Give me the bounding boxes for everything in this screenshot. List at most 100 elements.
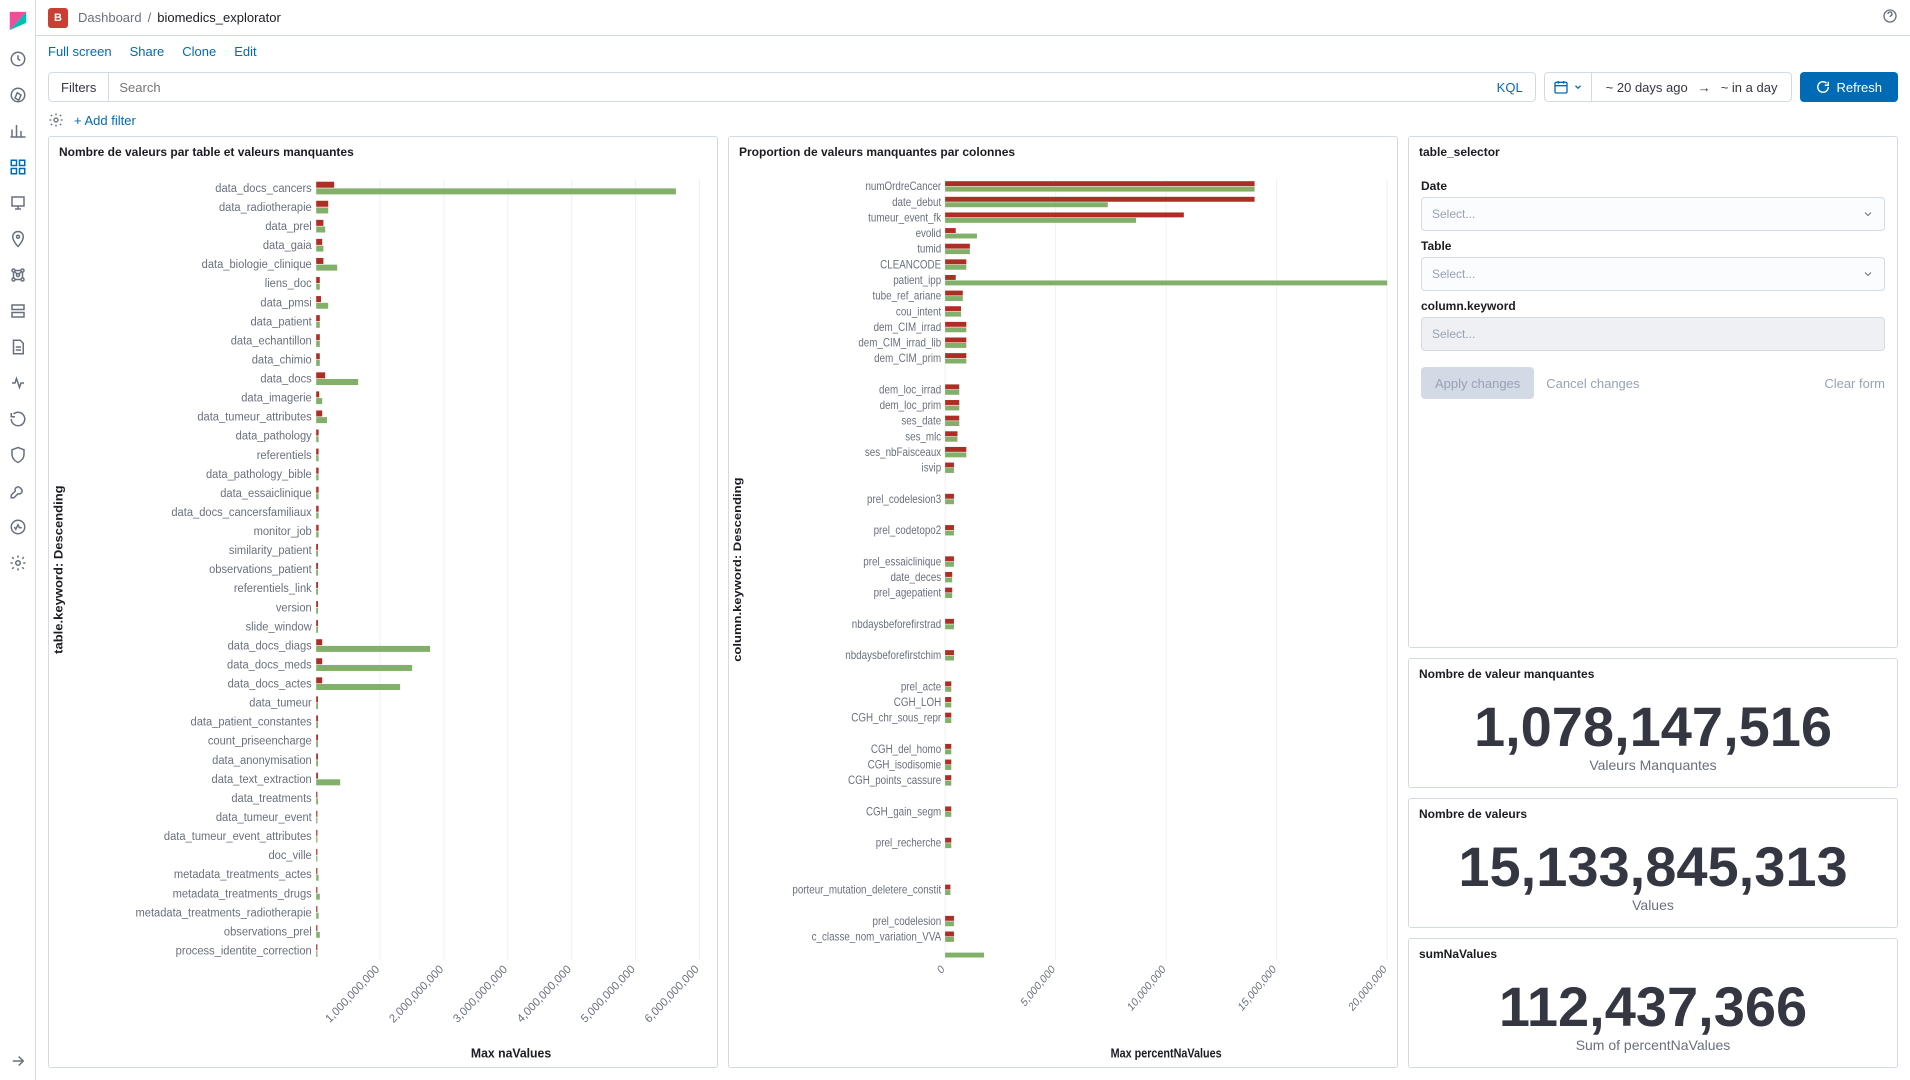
svg-text:prel_codetopo2: prel_codetopo2 xyxy=(874,524,942,537)
filters-button[interactable]: Filters xyxy=(49,73,109,101)
dashboard-icon[interactable] xyxy=(9,158,27,176)
date-label: Date xyxy=(1421,179,1885,193)
table-label: Table xyxy=(1421,239,1885,253)
monitoring-icon[interactable] xyxy=(9,518,27,536)
svg-text:ses_mlc: ses_mlc xyxy=(905,431,941,444)
svg-text:isvip: isvip xyxy=(922,462,942,475)
date-from: ~ 20 days ago xyxy=(1606,80,1688,95)
svg-text:liens_doc: liens_doc xyxy=(265,278,312,290)
recent-icon[interactable] xyxy=(9,50,27,68)
svg-text:data_anonymisation: data_anonymisation xyxy=(212,755,312,767)
svg-text:CGH_gain_segm: CGH_gain_segm xyxy=(866,806,941,819)
cancel-button[interactable]: Cancel changes xyxy=(1546,376,1639,391)
svg-text:data_prel: data_prel xyxy=(265,221,311,233)
ml-icon[interactable] xyxy=(9,266,27,284)
infra-icon[interactable] xyxy=(9,302,27,320)
svg-text:c_classe_nom_variation_VVA: c_classe_nom_variation_VVA xyxy=(812,931,942,944)
svg-text:data_radiotherapie: data_radiotherapie xyxy=(219,202,312,214)
breadcrumb-current: biomedics_explorator xyxy=(157,10,281,25)
column-select[interactable]: Select... xyxy=(1421,317,1885,351)
svg-text:data_text_extraction: data_text_extraction xyxy=(212,774,312,786)
svg-text:metadata_treatments_drugs: metadata_treatments_drugs xyxy=(173,888,312,900)
visualize-icon[interactable] xyxy=(9,122,27,140)
svg-text:data_pathology: data_pathology xyxy=(236,430,312,442)
breadcrumb-root[interactable]: Dashboard xyxy=(78,10,142,25)
svg-text:numOrdreCancer: numOrdreCancer xyxy=(865,180,941,193)
main-area: B Dashboard / biomedics_explorator Full … xyxy=(36,0,1910,1080)
svg-text:data_pmsi: data_pmsi xyxy=(260,297,311,309)
fullscreen-link[interactable]: Full screen xyxy=(48,44,112,59)
apply-button[interactable]: Apply changes xyxy=(1421,367,1534,399)
search-input[interactable] xyxy=(109,73,1484,101)
column-label: column.keyword xyxy=(1421,299,1885,313)
edit-link[interactable]: Edit xyxy=(234,44,256,59)
svg-text:ses_nbFaisceaux: ses_nbFaisceaux xyxy=(865,446,942,459)
metric-value: 112,437,366 xyxy=(1413,979,1893,1035)
refresh-button[interactable]: Refresh xyxy=(1800,72,1898,102)
filter-row: + Add filter xyxy=(36,108,1910,136)
svg-text:4,000,000,000: 4,000,000,000 xyxy=(515,963,574,1025)
discover-icon[interactable] xyxy=(9,86,27,104)
siem-icon[interactable] xyxy=(9,446,27,464)
calendar-icon xyxy=(1553,79,1569,95)
maps-icon[interactable] xyxy=(9,230,27,248)
panel-title: Nombre de valeur manquantes xyxy=(1409,659,1897,689)
share-link[interactable]: Share xyxy=(130,44,165,59)
chart-mid[interactable]: 05,000,00010,000,00015,000,00020,000,000… xyxy=(729,167,1397,1067)
svg-text:data_imagerie: data_imagerie xyxy=(241,392,312,404)
svg-text:data_biologie_clinique: data_biologie_clinique xyxy=(202,259,312,271)
svg-text:prel_recherche: prel_recherche xyxy=(876,837,941,850)
svg-text:dem_CIM_irrad_lib: dem_CIM_irrad_lib xyxy=(858,337,941,350)
date-to: ~ in a day xyxy=(1721,80,1778,95)
date-select[interactable]: Select... xyxy=(1421,197,1885,231)
uptime-icon[interactable] xyxy=(9,410,27,428)
panel-title: table_selector xyxy=(1409,137,1897,167)
kql-toggle[interactable]: KQL xyxy=(1485,80,1535,95)
canvas-icon[interactable] xyxy=(9,194,27,212)
management-icon[interactable] xyxy=(9,554,27,572)
svg-text:1,000,000,000: 1,000,000,000 xyxy=(324,963,383,1025)
svg-text:nbdaysbeforefirstrad: nbdaysbeforefirstrad xyxy=(852,618,941,631)
help-icon[interactable] xyxy=(1882,8,1898,24)
kibana-logo[interactable] xyxy=(7,10,29,32)
clone-link[interactable]: Clone xyxy=(182,44,216,59)
svg-text:column.keyword: Descending: column.keyword: Descending xyxy=(731,477,744,661)
chevron-down-icon xyxy=(1573,82,1583,92)
search-box: Filters KQL xyxy=(48,72,1536,102)
apm-icon[interactable] xyxy=(9,374,27,392)
svg-text:data_docs_actes: data_docs_actes xyxy=(228,678,312,690)
metric-sub: Sum of percentNaValues xyxy=(1413,1037,1893,1053)
chart-left[interactable]: 1,000,000,0002,000,000,0003,000,000,0004… xyxy=(49,167,717,1067)
left-nav xyxy=(0,0,36,1080)
collapse-icon[interactable] xyxy=(9,1052,27,1070)
svg-text:data_docs_cancersfamiliaux: data_docs_cancersfamiliaux xyxy=(171,507,312,519)
date-arrow: → xyxy=(1698,80,1711,95)
svg-text:20,000,000: 20,000,000 xyxy=(1347,963,1389,1014)
metric-sub: Valeurs Manquantes xyxy=(1413,757,1893,773)
date-range[interactable]: ~ 20 days ago → ~ in a day xyxy=(1592,80,1792,95)
date-quick-button[interactable] xyxy=(1545,73,1592,101)
svg-text:data_patient: data_patient xyxy=(250,316,312,328)
panel-table-selector: table_selector Date Select... Table Sele… xyxy=(1408,136,1898,648)
svg-text:observations_prel: observations_prel xyxy=(224,926,312,938)
svg-text:tube_ref_ariane: tube_ref_ariane xyxy=(872,290,941,303)
logs-icon[interactable] xyxy=(9,338,27,356)
svg-text:ses_date: ses_date xyxy=(901,415,941,428)
svg-text:prel_agepatient: prel_agepatient xyxy=(874,587,942,600)
svg-text:CGH_LOH: CGH_LOH xyxy=(894,696,941,709)
svg-text:0: 0 xyxy=(936,963,948,977)
devtools-icon[interactable] xyxy=(9,482,27,500)
space-badge[interactable]: B xyxy=(48,8,68,28)
filter-settings-icon[interactable] xyxy=(48,112,64,128)
clear-button[interactable]: Clear form xyxy=(1824,376,1885,391)
chevron-down-icon xyxy=(1862,208,1874,220)
svg-text:cou_intent: cou_intent xyxy=(896,305,941,318)
svg-text:5,000,000,000: 5,000,000,000 xyxy=(579,963,638,1025)
svg-text:15,000,000: 15,000,000 xyxy=(1236,963,1278,1014)
svg-text:table.keyword: Descending: table.keyword: Descending xyxy=(52,485,66,653)
table-select[interactable]: Select... xyxy=(1421,257,1885,291)
svg-text:6,000,000,000: 6,000,000,000 xyxy=(643,963,702,1025)
svg-text:data_treatments: data_treatments xyxy=(231,793,312,805)
panel-tables-chart: Nombre de valeurs par table et valeurs m… xyxy=(48,136,718,1068)
add-filter-button[interactable]: + Add filter xyxy=(74,113,136,128)
